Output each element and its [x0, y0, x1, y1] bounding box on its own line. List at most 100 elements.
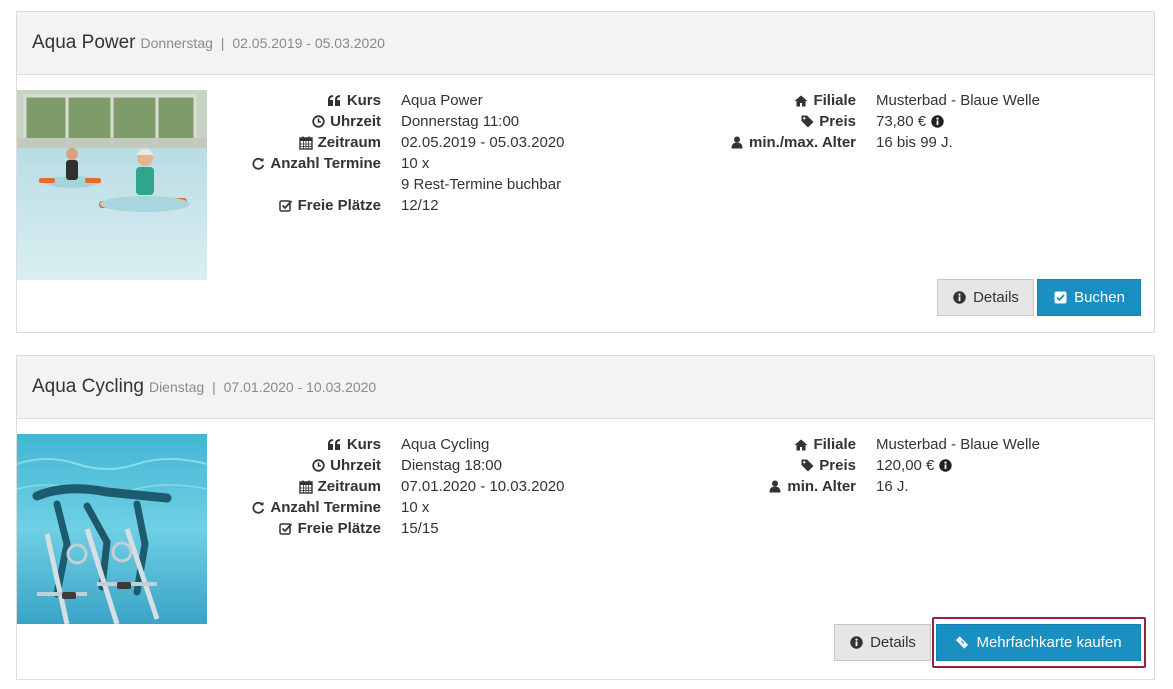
info-row-alter: min./max. Alter 16 bis 99 J.	[657, 132, 1040, 153]
course-subtitle: Dienstag | 07.01.2020 - 10.03.2020	[149, 379, 376, 395]
label-uhrzeit: Uhrzeit	[330, 457, 381, 474]
info-row-rest: 9 Rest-Termine buchbar	[207, 174, 564, 195]
course-card-header: Aqua Power Donnerstag | 02.05.2019 - 05.…	[17, 12, 1154, 75]
details-button-label: Details	[973, 289, 1019, 306]
course-weekday: Donnerstag	[140, 35, 213, 51]
course-info-right: Filiale Musterbad - Blaue Welle Preis 12…	[657, 434, 1040, 497]
value-zeitraum: 07.01.2020 - 10.03.2020	[401, 478, 565, 495]
user-icon	[730, 136, 744, 150]
home-icon	[794, 94, 808, 108]
course-period: 02.05.2019 - 05.03.2020	[232, 35, 385, 51]
course-subtitle: Donnerstag | 02.05.2019 - 05.03.2020	[141, 35, 385, 51]
clock-icon	[311, 115, 325, 129]
label-preis: Preis	[819, 113, 856, 130]
info-row-uhrzeit: Uhrzeit Dienstag 18:00	[207, 455, 564, 476]
value-alter: 16 J.	[876, 478, 909, 495]
label-kurs: Kurs	[346, 92, 381, 109]
value-zeitraum: 02.05.2019 - 05.03.2020	[401, 134, 565, 151]
value-filiale: Musterbad - Blaue Welle	[876, 92, 1040, 109]
course-info-right: Filiale Musterbad - Blaue Welle Preis 73…	[657, 90, 1040, 153]
ticket-icon	[955, 636, 969, 650]
value-rest-termine: 9 Rest-Termine buchbar	[401, 176, 562, 193]
course-card-aqua-power: Aqua Power Donnerstag | 02.05.2019 - 05.…	[16, 11, 1155, 333]
course-image	[17, 90, 207, 280]
course-card-header: Aqua Cycling Dienstag | 07.01.2020 - 10.…	[17, 356, 1154, 419]
course-card-aqua-cycling: Aqua Cycling Dienstag | 07.01.2020 - 10.…	[16, 355, 1155, 680]
buchen-button-label: Buchen	[1074, 289, 1125, 306]
value-uhrzeit: Donnerstag 11:00	[401, 113, 520, 130]
info-row-uhrzeit: Uhrzeit Donnerstag 11:00	[207, 111, 564, 132]
value-termine: 10 x	[401, 499, 430, 516]
course-title: Aqua Cycling	[32, 376, 144, 397]
info-icon[interactable]	[930, 115, 944, 129]
info-row-preis: Preis 73,80 €	[657, 111, 1040, 132]
separator: |	[220, 35, 225, 51]
info-row-termine: Anzahl Termine 10 x	[207, 153, 564, 174]
info-row-kurs: Kurs Aqua Cycling	[207, 434, 564, 455]
value-preis: 120,00 €	[876, 457, 935, 474]
info-icon	[952, 291, 966, 305]
value-uhrzeit: Dienstag 18:00	[401, 457, 502, 474]
info-row-plaetze: Freie Plätze 12/12	[207, 195, 564, 216]
info-row-zeitraum: Zeitraum 07.01.2020 - 10.03.2020	[207, 476, 564, 497]
mehrfachkarte-kaufen-button[interactable]: Mehrfachkarte kaufen	[936, 624, 1141, 661]
course-period: 07.01.2020 - 10.03.2020	[223, 379, 377, 395]
checkbox-icon	[278, 199, 293, 213]
value-alter: 16 bis 99 J.	[876, 134, 953, 151]
home-icon	[794, 438, 808, 452]
refresh-icon	[251, 501, 265, 515]
info-row-plaetze: Freie Plätze 15/15	[207, 518, 564, 539]
details-button-label: Details	[870, 634, 916, 651]
quote-icon	[328, 438, 342, 452]
label-zeitraum: Zeitraum	[317, 478, 381, 495]
user-icon	[768, 480, 782, 494]
value-plaetze: 15/15	[401, 520, 439, 537]
info-row-kurs: Kurs Aqua Power	[207, 90, 564, 111]
info-icon[interactable]	[938, 459, 952, 473]
label-preis: Preis	[819, 457, 856, 474]
info-icon	[849, 636, 863, 650]
label-plaetze: Freie Plätze	[297, 520, 381, 537]
course-image	[17, 434, 207, 624]
quote-icon	[328, 94, 342, 108]
details-button[interactable]: Details	[834, 624, 931, 661]
value-termine: 10 x	[401, 155, 430, 172]
value-kurs: Aqua Cycling	[401, 436, 490, 453]
value-plaetze: 12/12	[401, 197, 439, 214]
label-filiale: Filiale	[813, 436, 856, 453]
course-info-left: Kurs Aqua Power Uhrzeit Donnerstag 11:00…	[207, 90, 564, 216]
info-row-preis: Preis 120,00 €	[657, 455, 1040, 476]
course-info-left: Kurs Aqua Cycling Uhrzeit Dienstag 18:00…	[207, 434, 564, 539]
info-row-termine: Anzahl Termine 10 x	[207, 497, 564, 518]
label-alter: min./max. Alter	[749, 134, 856, 151]
info-row-filiale: Filiale Musterbad - Blaue Welle	[657, 434, 1040, 455]
clock-icon	[311, 459, 325, 473]
details-button[interactable]: Details	[937, 279, 1034, 316]
label-uhrzeit: Uhrzeit	[330, 113, 381, 130]
refresh-icon	[251, 157, 265, 171]
separator: |	[212, 379, 216, 395]
label-plaetze: Freie Plätze	[297, 197, 381, 214]
calendar-icon	[298, 136, 313, 150]
value-preis: 73,80 €	[876, 113, 927, 130]
tag-icon	[800, 115, 814, 129]
info-row-filiale: Filiale Musterbad - Blaue Welle	[657, 90, 1040, 111]
checkbox-icon	[1053, 291, 1067, 305]
label-termine: Anzahl Termine	[270, 155, 381, 172]
checkbox-icon	[278, 522, 293, 536]
course-weekday: Dienstag	[148, 379, 205, 395]
label-kurs: Kurs	[346, 436, 381, 453]
label-termine: Anzahl Termine	[270, 499, 381, 516]
tag-icon	[800, 459, 814, 473]
calendar-icon	[298, 480, 313, 494]
info-row-zeitraum: Zeitraum 02.05.2019 - 05.03.2020	[207, 132, 564, 153]
label-zeitraum: Zeitraum	[317, 134, 381, 151]
value-filiale: Musterbad - Blaue Welle	[876, 436, 1040, 453]
label-filiale: Filiale	[813, 92, 856, 109]
info-row-alter: min. Alter 16 J.	[657, 476, 1040, 497]
course-title: Aqua Power	[32, 32, 136, 53]
mehrfachkarte-button-label: Mehrfachkarte kaufen	[976, 634, 1122, 651]
buchen-button[interactable]: Buchen	[1037, 279, 1141, 316]
label-alter: min. Alter	[787, 478, 856, 495]
value-kurs: Aqua Power	[401, 92, 483, 109]
